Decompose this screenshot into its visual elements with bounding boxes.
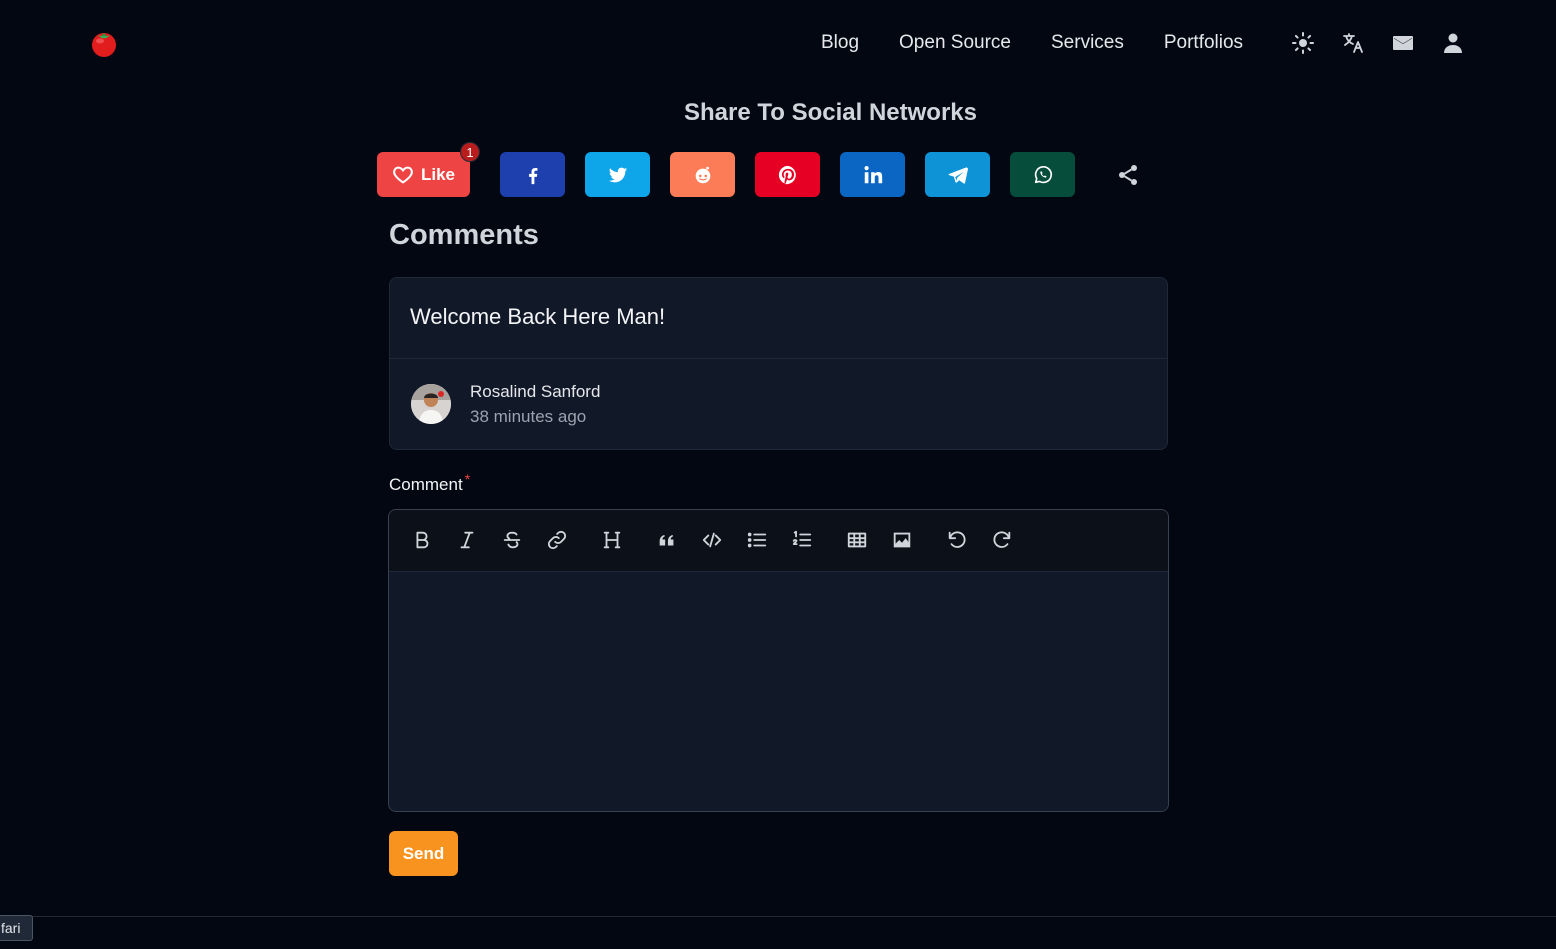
comment-input[interactable] [389,572,1168,811]
share-linkedin-button[interactable] [840,152,905,197]
redo-icon[interactable] [989,527,1015,553]
italic-icon[interactable] [454,527,480,553]
comments-title: Comments [389,219,539,251]
tooltip: fari [0,915,34,941]
comment-time: 38 minutes ago [470,407,587,426]
comment-author[interactable]: Rosalind Sanford [470,382,600,402]
translate-icon[interactable] [1340,30,1366,56]
heading-icon[interactable] [599,527,625,553]
comment-editor [388,509,1169,812]
nav-blog[interactable]: Blog [821,32,859,54]
nav-portfolios[interactable]: Portfolios [1164,32,1243,54]
heart-icon [393,166,413,184]
like-label: Like [420,164,456,184]
ordered-list-icon[interactable] [789,527,815,553]
site-header: Blog Open Source Services Portfolios [0,0,1556,86]
linkedin-icon [863,165,882,183]
comment-label: Comment * [389,471,470,495]
share-twitter-button[interactable] [585,152,650,197]
comment-meta: Rosalind Sanford 38 minutes ago [390,359,1167,449]
footer-divider [0,916,1556,917]
reddit-icon [695,166,710,183]
tomato-icon[interactable] [89,28,119,58]
share-facebook-button[interactable] [500,152,565,197]
link-icon[interactable] [544,527,570,553]
editor-toolbar [389,510,1168,572]
comment-card: Welcome Back Here Man! Rosalind Sanford … [389,277,1168,450]
main-nav: Blog Open Source Services Portfolios [821,30,1243,56]
user-icon[interactable] [1440,30,1466,56]
share-icon[interactable] [1115,152,1141,197]
share-title: Share To Social Networks [684,99,977,126]
nav-open-source[interactable]: Open Source [899,32,1011,54]
comment-text: Welcome Back Here Man! [390,278,1167,359]
code-icon[interactable] [699,527,725,553]
nav-services[interactable]: Services [1051,32,1124,54]
comment-label-text: Comment [389,475,463,494]
whatsapp-icon [1034,165,1052,183]
header-actions [1290,30,1466,56]
table-icon[interactable] [844,527,870,553]
send-button[interactable]: Send [389,831,458,876]
strikethrough-icon[interactable] [499,527,525,553]
avatar[interactable] [411,384,451,424]
bullet-list-icon[interactable] [744,527,770,553]
share-whatsapp-button[interactable] [1010,152,1075,197]
bold-icon[interactable] [409,527,435,553]
share-pinterest-button[interactable] [755,152,820,197]
pinterest-icon [778,165,796,184]
like-button[interactable]: Like [377,152,470,197]
like-count-badge: 1 [460,142,480,162]
mail-icon[interactable] [1390,30,1416,56]
undo-icon[interactable] [944,527,970,553]
facebook-icon [528,167,537,184]
image-icon[interactable] [889,527,915,553]
share-reddit-button[interactable] [670,152,735,197]
blockquote-icon[interactable] [654,527,680,553]
sun-icon[interactable] [1290,30,1316,56]
telegram-icon [948,166,968,184]
twitter-icon [608,167,627,182]
required-mark: * [464,471,471,487]
share-telegram-button[interactable] [925,152,990,197]
